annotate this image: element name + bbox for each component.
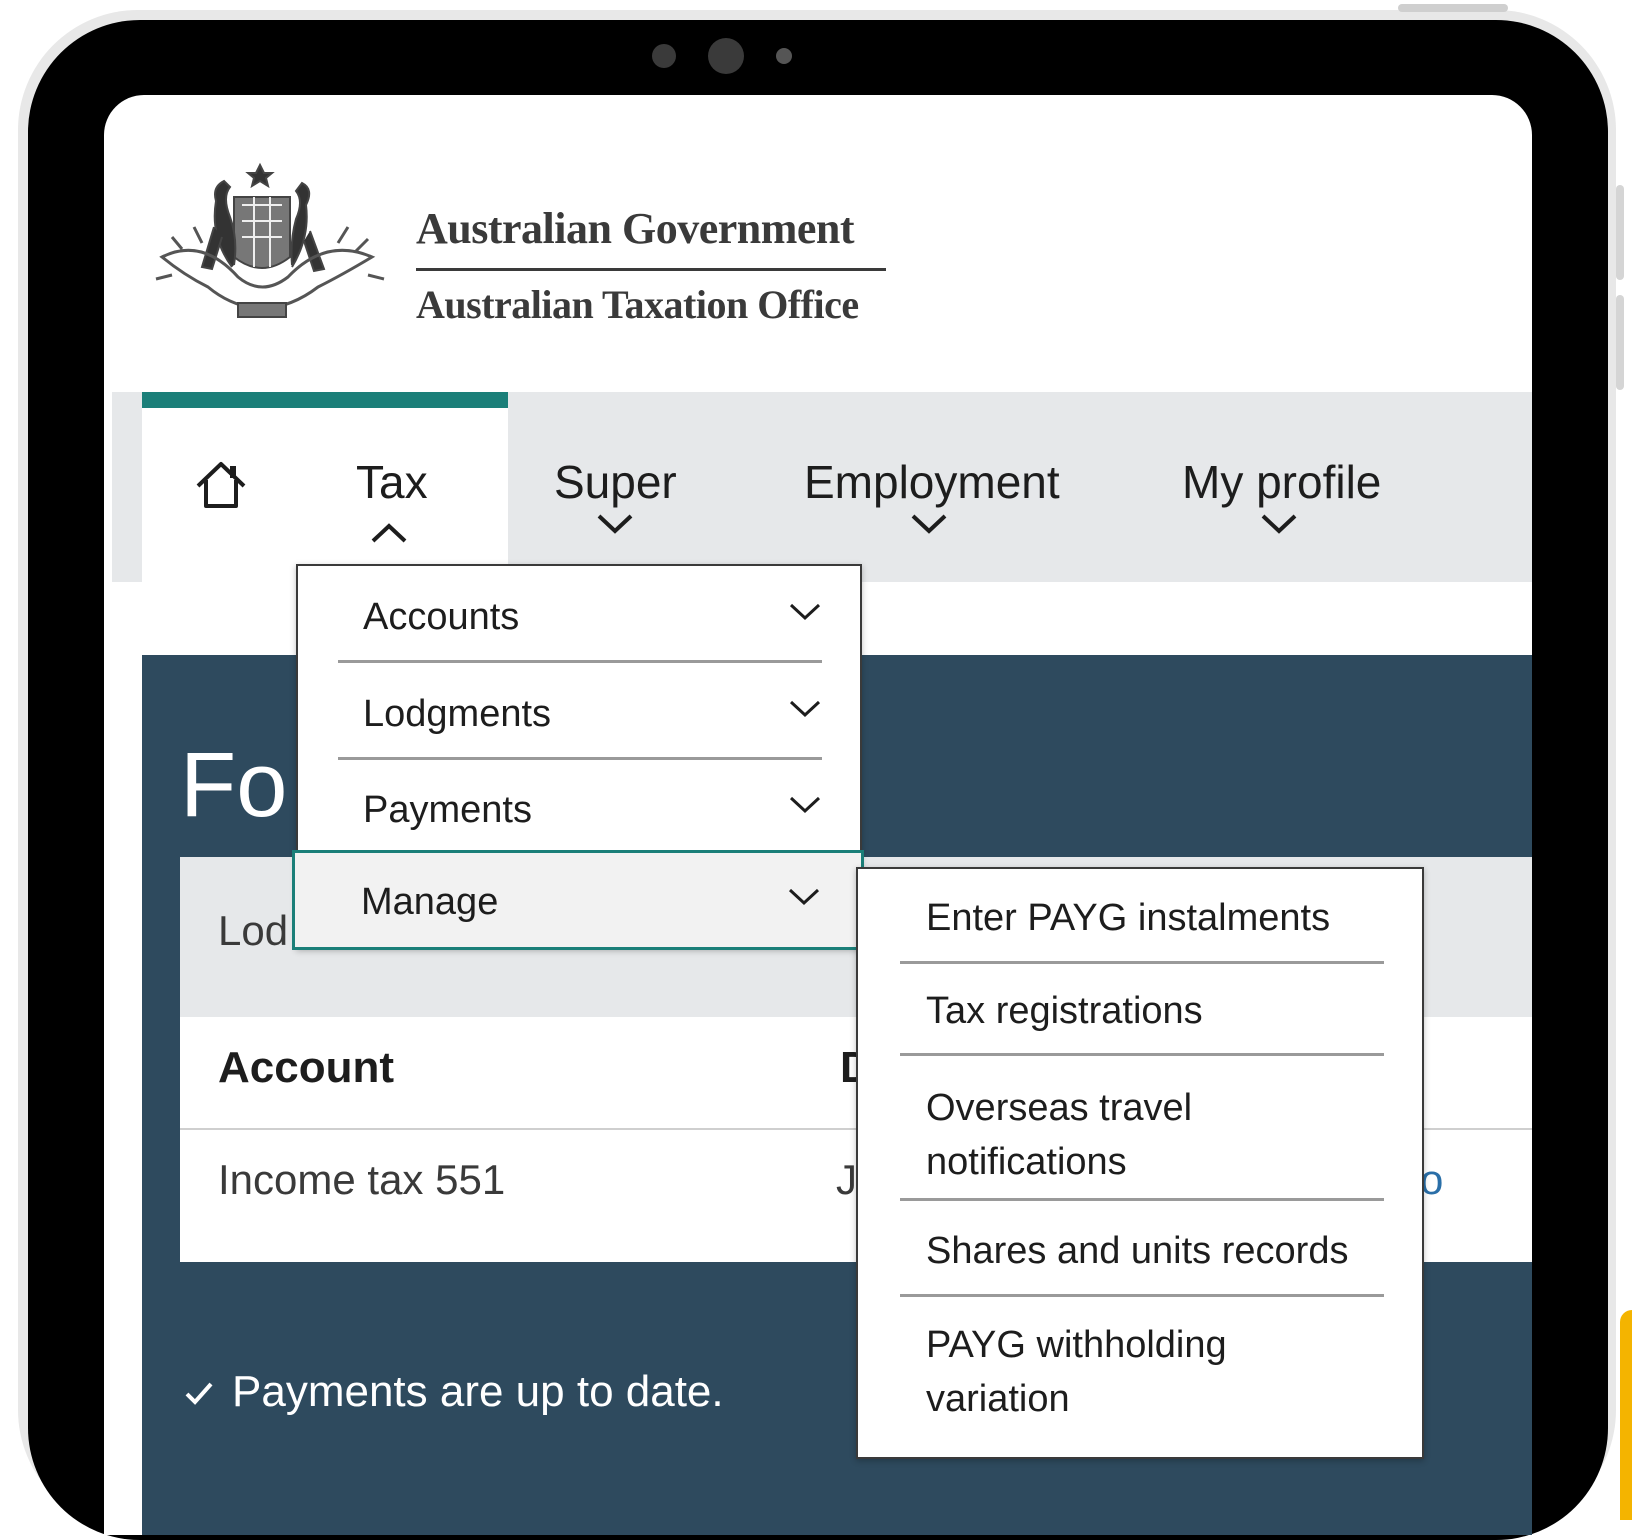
camera-lens	[708, 38, 744, 74]
nav-employment-label: Employment	[804, 456, 1060, 508]
menu-divider	[900, 1198, 1384, 1201]
checkmark-icon	[184, 1367, 214, 1417]
submenu-item-shares-units[interactable]: Shares and units records	[926, 1224, 1348, 1278]
nav-super-label: Super	[554, 456, 677, 508]
chevron-down-icon	[788, 888, 820, 906]
menu-item-accounts[interactable]: Accounts	[298, 566, 860, 662]
manage-submenu: Enter PAYG instalments Tax registrations…	[856, 867, 1424, 1459]
camera-sensor	[776, 48, 792, 64]
card-header-label: Lod	[218, 907, 289, 954]
submenu-item-overseas-travel[interactable]: Overseas travel notifications	[926, 1081, 1226, 1189]
coat-of-arms-logo	[155, 162, 385, 318]
menu-item-payments[interactable]: Payments	[298, 759, 860, 855]
chevron-down-icon	[789, 700, 821, 718]
chevron-down-icon[interactable]	[596, 513, 634, 535]
chevron-down-icon[interactable]	[1260, 513, 1298, 535]
menu-item-manage[interactable]: Manage	[292, 850, 864, 950]
menu-divider	[900, 961, 1384, 964]
home-icon[interactable]	[192, 460, 250, 510]
device-volume-down	[1616, 295, 1624, 390]
chevron-down-icon	[789, 603, 821, 621]
chevron-down-icon[interactable]	[910, 513, 948, 535]
nav-my-profile-label: My profile	[1182, 456, 1382, 508]
menu-item-lodgments[interactable]: Lodgments	[298, 663, 860, 759]
screen: Australian Government Australian Taxatio…	[104, 95, 1532, 1535]
column-header-account: Account	[218, 1043, 394, 1092]
device-power-button	[1398, 4, 1508, 12]
menu-item-label: Accounts	[363, 596, 520, 638]
chevron-up-icon[interactable]	[370, 522, 408, 544]
menu-divider	[900, 1053, 1384, 1056]
table-cell-second: J	[836, 1156, 857, 1203]
nav-tax[interactable]: Tax	[356, 455, 428, 509]
menu-item-label: Manage	[361, 881, 499, 923]
background-accent	[1620, 1310, 1632, 1520]
menu-item-label: Payments	[363, 789, 532, 831]
camera-dot-left	[652, 44, 676, 68]
panel-title: Fo	[180, 734, 288, 836]
nav-my-profile[interactable]: My profile	[1182, 455, 1381, 509]
submenu-item-payg-withholding[interactable]: PAYG withholding variation	[926, 1318, 1246, 1426]
menu-item-label: Lodgments	[363, 693, 552, 735]
menu-divider	[900, 1294, 1384, 1297]
payment-status: Payments are up to date.	[184, 1367, 724, 1417]
submenu-item-tax-registrations[interactable]: Tax registrations	[926, 984, 1203, 1038]
nav-super[interactable]: Super	[554, 455, 677, 509]
government-title: Australian Government	[416, 203, 886, 271]
office-title: Australian Taxation Office	[416, 282, 859, 327]
payment-status-text: Payments are up to date.	[232, 1367, 724, 1416]
nav-tax-label: Tax	[356, 456, 428, 508]
device-volume-up	[1616, 185, 1624, 280]
nav-employment[interactable]: Employment	[804, 455, 1060, 509]
submenu-item-payg-instalments[interactable]: Enter PAYG instalments	[926, 891, 1330, 945]
chevron-down-icon	[789, 796, 821, 814]
table-cell-account[interactable]: Income tax 551	[218, 1156, 505, 1204]
